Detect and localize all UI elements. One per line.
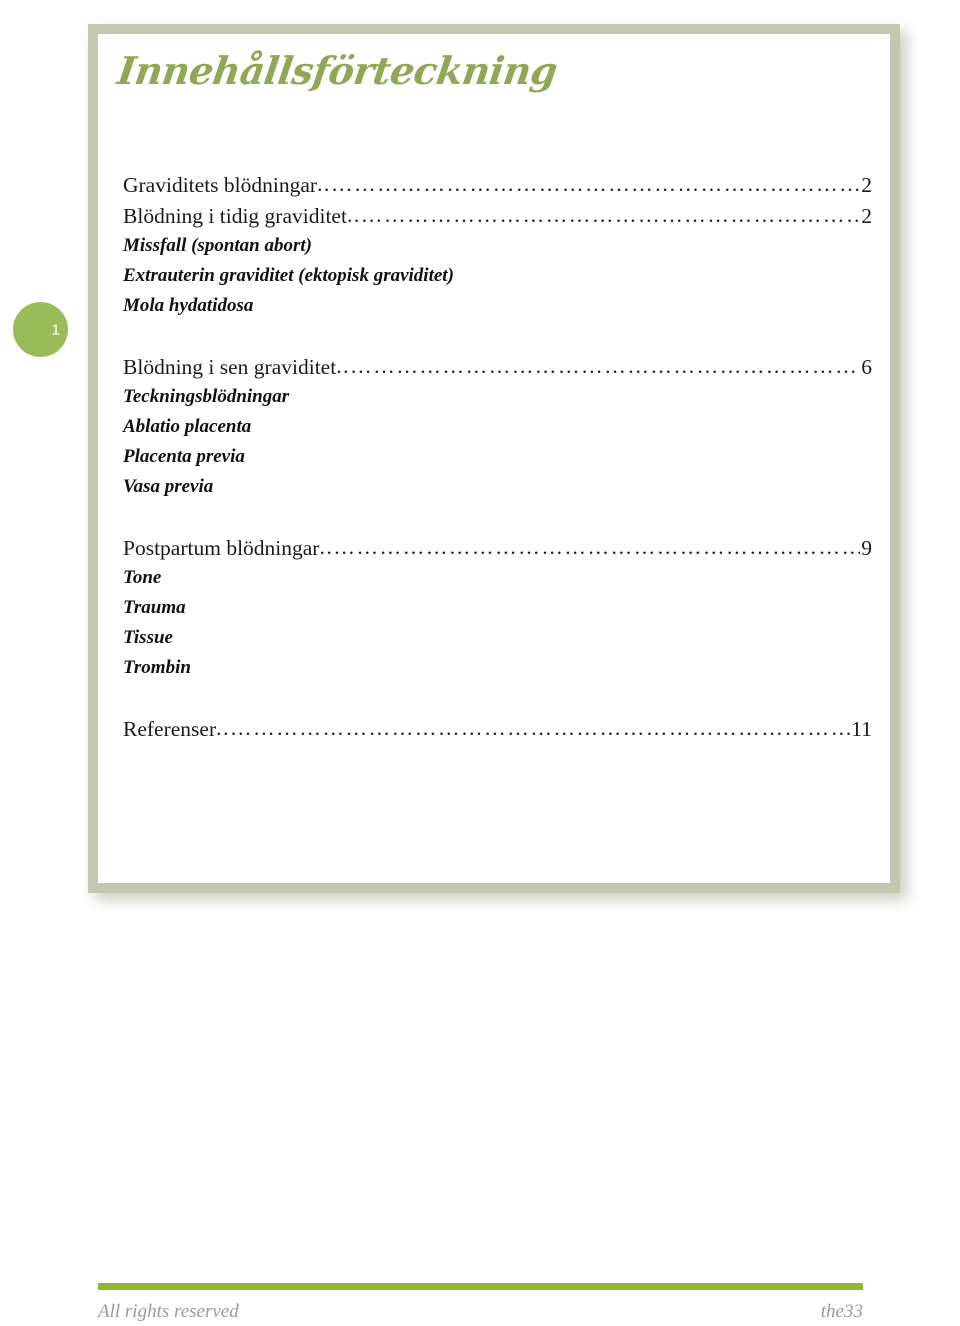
toc-entry-leader: ..……………………………………………………………………... — [319, 535, 861, 559]
toc-entry-label: Blödning i tidig graviditet — [123, 204, 347, 228]
toc-entry-page-number: 2 — [861, 173, 872, 197]
page-number-badge-label: 1 — [51, 321, 60, 338]
toc-subitem[interactable]: Trauma — [123, 593, 872, 623]
toc-entry-leader: ..……………………………………………………………………….. — [317, 172, 861, 196]
toc-entry-label: Graviditets blödningar — [123, 173, 318, 197]
toc-entry-leader: ..……………………………………………………………………………. — [336, 354, 860, 378]
toc-entry-page-number: 11 — [851, 717, 872, 741]
toc-entry-label: Blödning i sen graviditet — [123, 355, 337, 379]
toc-subitem[interactable]: Missfall (spontan abort) — [123, 231, 872, 261]
toc-subitem[interactable]: Vasa previa — [123, 472, 872, 502]
footer-brand: the33 — [820, 1301, 863, 1322]
toc-entry-label: Postpartum blödningar — [123, 536, 320, 560]
toc-subitem[interactable]: Trombin — [123, 653, 872, 683]
page-content-area: Innehållsförteckning Graviditets blödnin… — [98, 34, 890, 883]
toc-group: Referenser..…………………………………………………………………………… — [123, 713, 872, 744]
toc-entry[interactable]: Postpartum blödningar..……………………………………………… — [123, 532, 872, 563]
toc-entry[interactable]: Blödning i tidig graviditet..……………………………… — [123, 200, 872, 231]
toc-entry-page-number: 6 — [861, 355, 872, 379]
page-title: Innehållsförteckning — [114, 48, 561, 93]
page-number-badge: 1 — [13, 302, 68, 357]
toc-subitem[interactable]: Extrauterin graviditet (ektopisk gravidi… — [123, 261, 872, 291]
toc-subitem[interactable]: Mola hydatidosa — [123, 291, 872, 321]
toc-subitem[interactable]: Placenta previa — [123, 442, 872, 472]
page-footer: All rights reserved the33 — [98, 1283, 863, 1323]
footer-divider — [98, 1283, 863, 1290]
toc-entry-label: Referenser — [123, 717, 217, 741]
toc-subitem[interactable]: Teckningsblödningar — [123, 382, 872, 412]
toc-entry-leader: ..…………………………………………………………………………….. — [216, 716, 851, 740]
toc-entry[interactable]: Referenser..…………………………………………………………………………… — [123, 713, 872, 744]
footer-text-row: All rights reserved the33 — [98, 1301, 863, 1323]
toc-entry-page-number: 2 — [861, 204, 872, 228]
table-of-contents: Graviditets blödningar..…………………………………………… — [123, 169, 872, 744]
toc-group: Graviditets blödningar..…………………………………………… — [123, 169, 872, 321]
toc-entry-leader: ..……………………………………………………………………………... — [346, 203, 860, 227]
toc-group: Postpartum blödningar..……………………………………………… — [123, 532, 872, 683]
footer-copyright: All rights reserved — [98, 1301, 239, 1322]
document-page: Innehållsförteckning Graviditets blödnin… — [88, 24, 900, 893]
toc-subitem[interactable]: Tissue — [123, 623, 872, 653]
toc-subitem[interactable]: Ablatio placenta — [123, 412, 872, 442]
toc-entry[interactable]: Graviditets blödningar..…………………………………………… — [123, 169, 872, 200]
toc-entry[interactable]: Blödning i sen graviditet..…………………………………… — [123, 351, 872, 382]
toc-group: Blödning i sen graviditet..…………………………………… — [123, 351, 872, 502]
toc-subitem[interactable]: Tone — [123, 563, 872, 593]
toc-entry-page-number: 9 — [861, 536, 872, 560]
